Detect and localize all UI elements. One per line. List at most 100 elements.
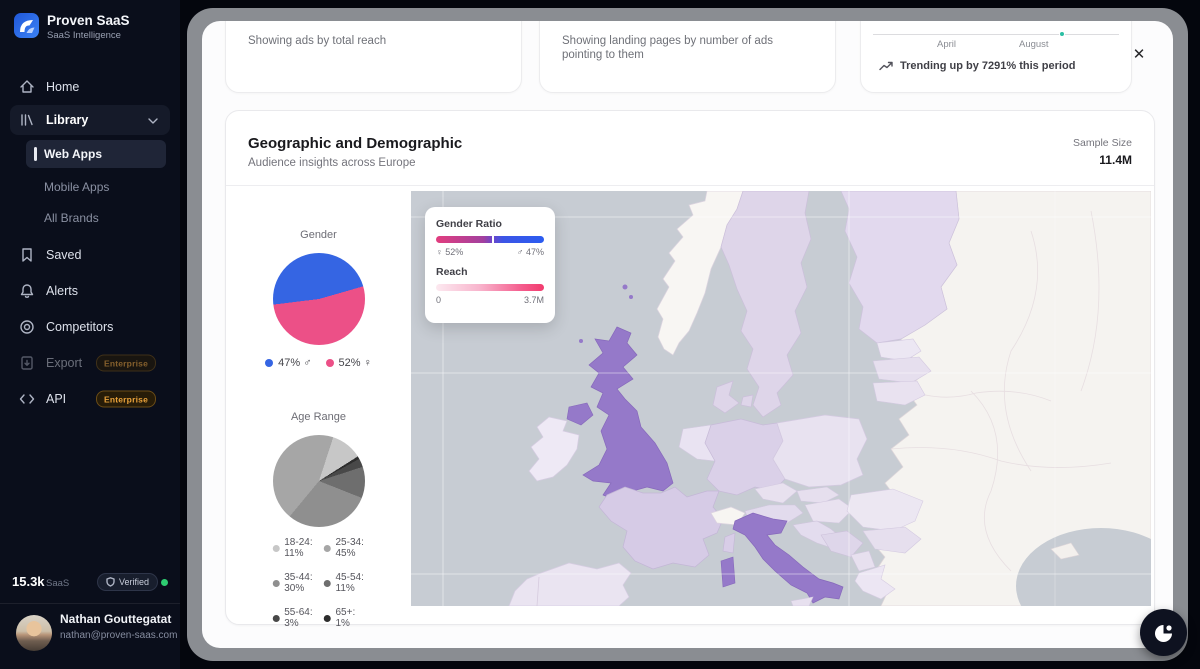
male-share: ♂ 47% xyxy=(517,247,544,257)
card-trending: April August Trending up by 7291% this p… xyxy=(860,21,1132,93)
sidebar-item-label: Web Apps xyxy=(44,147,102,161)
brand: Proven SaaS SaaS Intelligence xyxy=(14,13,130,41)
age-chart-title: Age Range xyxy=(226,411,411,423)
trending-up-icon xyxy=(879,61,893,71)
legend-dot xyxy=(324,615,331,622)
user-account[interactable]: Nathan Gouttegatat nathan@proven-saas.co… xyxy=(0,603,180,669)
status-online-dot xyxy=(161,579,168,586)
legend-item: 25-34: 45% xyxy=(324,537,365,559)
sidebar-stats: 15.3k SaaS Verified xyxy=(0,570,180,596)
sidebar-item-api[interactable]: API Enterprise xyxy=(10,382,170,416)
reach-min: 0 xyxy=(436,295,441,305)
map-orkney-isles[interactable] xyxy=(629,295,633,299)
library-icon xyxy=(18,111,36,129)
chart-x-axis xyxy=(873,34,1119,35)
chart-data-point xyxy=(1059,31,1065,37)
card-title: Showing landing pages by number of ads p… xyxy=(540,21,835,62)
close-icon: ✕ xyxy=(1133,45,1146,63)
assistant-fab-button[interactable] xyxy=(1140,609,1187,656)
target-icon xyxy=(18,318,36,336)
sidebar-item-competitors[interactable]: Competitors xyxy=(10,310,170,344)
gender-chart-title: Gender xyxy=(226,229,411,241)
reach-label: Reach xyxy=(436,266,544,278)
legend-item: 45-54: 11% xyxy=(324,572,365,594)
sidebar-item-alerts[interactable]: Alerts xyxy=(10,274,170,308)
card-title: Geographic and Demographic xyxy=(248,135,462,152)
brand-name: Proven SaaS xyxy=(47,13,130,28)
gender-pie-chart[interactable] xyxy=(273,253,365,345)
map-legend-tooltip: Gender Ratio ♀ 52% ♂ 47% Reach 0 3.7M xyxy=(425,207,555,323)
demographics-column: Gender 47% ♂ 52% ♀ Age Range 18-24: 11% … xyxy=(226,185,411,624)
sidebar-item-export[interactable]: Export Enterprise xyxy=(10,346,170,380)
verified-badge[interactable]: Verified xyxy=(97,573,158,591)
legend-dot xyxy=(326,359,334,367)
sidebar-item-label: Home xyxy=(46,80,79,94)
card-title: Showing ads by total reach xyxy=(226,21,521,48)
legend-dot xyxy=(324,545,331,552)
bookmark-icon xyxy=(18,246,36,264)
legend-dot xyxy=(324,580,331,587)
x-tick-april: April xyxy=(937,39,956,50)
sidebar-item-label: Export xyxy=(46,356,82,370)
gender-ratio-label: Gender Ratio xyxy=(436,218,544,230)
sample-size-label: Sample Size xyxy=(1073,137,1132,149)
bell-icon xyxy=(18,282,36,300)
verified-label: Verified xyxy=(119,577,149,587)
gender-ratio-gradient-bar xyxy=(436,236,544,243)
app-root: { "sidebar": { "brand": { "name": "Prove… xyxy=(0,0,1200,669)
saas-count-unit: SaaS xyxy=(46,578,69,589)
legend-item: 18-24: 11% xyxy=(272,537,313,559)
sidebar-item-all-brands[interactable]: All Brands xyxy=(26,204,166,232)
card-ads-by-reach: Showing ads by total reach xyxy=(225,21,522,93)
sidebar-item-label: All Brands xyxy=(44,211,99,225)
age-pie-chart[interactable] xyxy=(273,435,365,527)
card-subtitle: Audience insights across Europe xyxy=(248,157,416,169)
saas-count: 15.3k xyxy=(12,574,45,589)
map-hebrides[interactable] xyxy=(579,339,583,343)
active-indicator xyxy=(34,147,37,161)
sidebar-item-label: API xyxy=(46,392,66,406)
close-button[interactable]: ✕ xyxy=(1128,43,1150,65)
legend-item: 35-44: 30% xyxy=(272,572,313,594)
enterprise-badge: Enterprise xyxy=(96,391,156,408)
chevron-down-icon xyxy=(148,111,158,129)
brand-tagline: SaaS Intelligence xyxy=(47,30,130,41)
sidebar-item-label: Competitors xyxy=(46,320,113,334)
legend-dot xyxy=(272,615,279,622)
female-share: ♀ 52% xyxy=(436,247,463,257)
map-island-sardinia[interactable] xyxy=(721,557,735,587)
brand-logo-icon xyxy=(14,13,39,38)
sidebar-item-web-apps[interactable]: Web Apps xyxy=(26,140,166,168)
map-shetland-isles[interactable] xyxy=(623,285,628,290)
gender-legend: 47% ♂ 52% ♀ xyxy=(226,357,411,369)
sidebar-item-mobile-apps[interactable]: Mobile Apps xyxy=(26,173,166,201)
sidebar-item-library[interactable]: Library xyxy=(10,105,170,135)
card-landing-pages: Showing landing pages by number of ads p… xyxy=(539,21,836,93)
sidebar-item-label: Saved xyxy=(46,248,81,262)
map-country-poland[interactable] xyxy=(773,415,867,487)
x-tick-august: August xyxy=(1019,39,1049,50)
age-legend: 18-24: 11% 25-34: 45% 35-44: 30% 45-54: … xyxy=(272,537,365,629)
sidebar-item-label: Alerts xyxy=(46,284,78,298)
map-country-germany[interactable] xyxy=(705,419,785,495)
sidebar-item-home[interactable]: Home xyxy=(10,70,170,104)
sidebar-item-label: Library xyxy=(46,113,88,127)
legend-dot xyxy=(265,359,273,367)
legend-item: 55-64: 3% xyxy=(272,607,313,629)
trend-caption: Trending up by 7291% this period xyxy=(879,60,1075,72)
legend-item: 65+: 1% xyxy=(324,607,365,629)
enterprise-badge: Enterprise xyxy=(96,355,156,372)
reach-gradient-bar xyxy=(436,284,544,291)
user-name: Nathan Gouttegatat xyxy=(60,612,171,626)
sample-size-value: 11.4M xyxy=(1099,153,1132,167)
sidebar-item-saved[interactable]: Saved xyxy=(10,238,170,272)
reach-max: 3.7M xyxy=(524,295,544,305)
report-modal: Showing ads by total reach Showing landi… xyxy=(202,21,1173,648)
legend-item: 52% ♀ xyxy=(326,357,372,369)
code-icon xyxy=(18,390,36,408)
legend-dot xyxy=(272,580,279,587)
avatar xyxy=(16,615,52,651)
sidebar-item-label: Mobile Apps xyxy=(44,180,109,194)
map-country-denmark-island[interactable] xyxy=(741,395,753,407)
brand-bubble-icon xyxy=(1152,621,1176,645)
